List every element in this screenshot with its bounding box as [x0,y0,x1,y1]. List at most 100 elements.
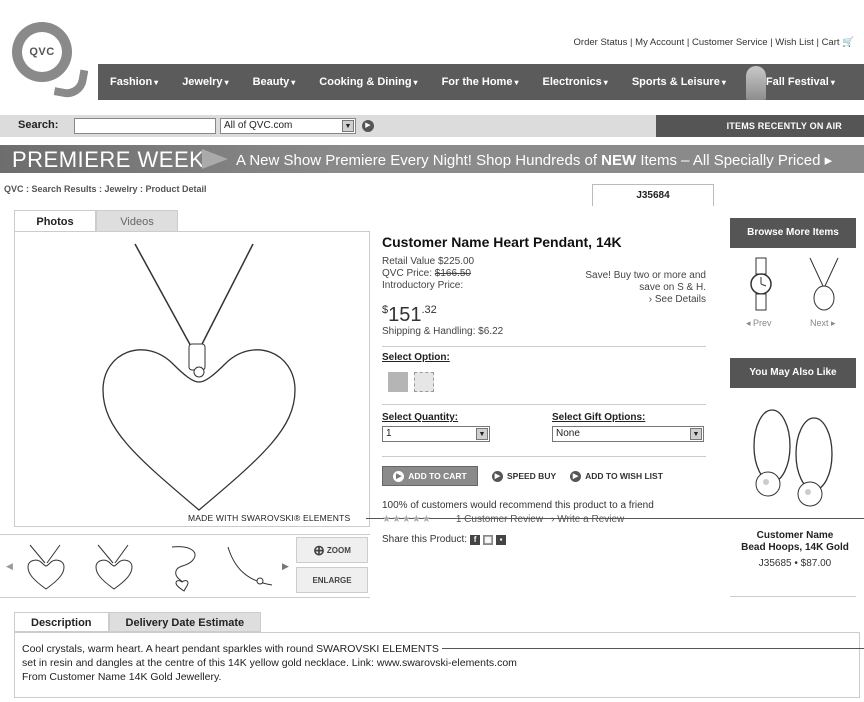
zoom-icon: ⊕ [313,541,325,558]
purchase-actions: ▶ ADD TO CART ▶ SPEED BUY ▶ ADD TO WISH LIS… [382,466,663,486]
thumb-next-icon[interactable]: ▶ [282,561,289,572]
nav-fall-festival[interactable]: Fall Festival ▾ [744,66,847,100]
my-account-link[interactable]: My Account [635,37,684,48]
speed-buy-button[interactable]: ▶ SPEED BUY [492,470,556,482]
nav-cooking-dining[interactable]: Cooking & Dining ▾ [307,76,429,88]
search-input[interactable] [74,118,216,134]
tab-videos[interactable]: Videos [96,210,178,232]
intro-price-label: Introductory Price: [382,280,464,291]
thumbnail-strip: ◀ ▶ ⊕ ZOOM ENLARGE [0,534,370,598]
nav-electronics[interactable]: Electronics ▾ [530,76,619,88]
enlarge-button[interactable]: ENLARGE [296,567,368,593]
breadcrumb[interactable]: QVC : Search Results : Jewelry : Product… [4,184,207,194]
play-icon: ▶ [492,470,503,482]
caret-down-icon: ▾ [224,78,229,87]
cart-link[interactable]: Cart [822,37,840,48]
banner-next-icon[interactable]: ▸ [825,152,833,169]
thumbnail-detail[interactable] [224,541,276,593]
banner-arrow-icon [202,149,228,169]
shipping-handling: Shipping & Handling: $6.22 [382,326,504,337]
pendant-thumbnail[interactable] [806,256,842,314]
customer-review-link[interactable]: 1 Customer Review [456,514,543,525]
quantity-select[interactable]: 1 ▼ [382,426,490,442]
social-share-icon[interactable]: ▦ [483,534,494,545]
wish-list-link[interactable]: Wish List [775,37,814,48]
add-to-wish-list-button[interactable]: ▶ ADD TO WISH LIST [570,470,663,482]
tab-photos[interactable]: Photos [14,210,96,232]
write-review-link[interactable]: › Write a Review [551,514,624,525]
search-go-icon[interactable]: ▶ [362,120,374,132]
tab-description[interactable]: Description [14,612,109,632]
customer-service-link[interactable]: Customer Service [692,37,768,48]
watch-thumbnail[interactable] [744,256,780,314]
divider [382,346,706,347]
nav-beauty[interactable]: Beauty ▾ [241,76,308,88]
main-nav: Fashion ▾ Jewelry ▾ Beauty ▾ Cooking & Dini… [98,64,864,100]
search-scope-value: All of QVC.com [224,120,293,131]
festival-image [745,66,766,100]
tab-delivery-date[interactable]: Delivery Date Estimate [108,612,262,632]
logo-text: QVC [29,46,55,58]
thumbnail-angle[interactable] [88,541,140,593]
play-icon: ▶ [570,470,582,482]
order-status-link[interactable]: Order Status [574,37,628,48]
retail-value: Retail Value $225.00 [382,256,475,267]
delicious-icon[interactable]: ▪ [496,534,507,545]
product-photo[interactable] [14,231,370,527]
caret-down-icon: ▾ [514,78,519,87]
price-details: Retail Value $225.00 QVC Price: $166.50 … [382,256,474,292]
add-to-cart-button[interactable]: ▶ ADD TO CART [382,466,478,486]
caret-down-icon: ▾ [154,78,159,87]
cart-icon[interactable]: 🛒 [842,37,854,48]
save-promo: Save! Buy two or more and save on S & H.… [560,270,706,306]
thumbnail-side[interactable] [156,541,208,593]
divider [382,404,706,405]
browse-prev-link[interactable]: ◂ Prev [746,318,772,329]
related-product-title[interactable]: Customer Name Bead Hoops, 14K Gold [730,530,860,554]
share-label: Share this Product: [382,534,468,545]
photo-tabs: Photos Videos [14,210,178,232]
utility-links: Order Status | My Account | Customer Ser… [573,37,854,48]
gift-options-select[interactable]: None ▼ [552,426,704,442]
option-swatch-gold[interactable] [388,372,408,392]
callout-line [442,648,864,649]
search-bar: Search: All of QVC.com ▼ ▶ ITEMS RECENTL… [0,115,864,137]
dropdown-arrow-icon[interactable]: ▼ [342,120,354,132]
dropdown-arrow-icon[interactable]: ▼ [476,428,488,440]
nav-fashion[interactable]: Fashion ▾ [98,76,170,88]
option-swatch-white[interactable] [414,372,434,392]
play-icon: ▶ [393,470,405,482]
swarovski-note: MADE WITH SWAROVSKI® ELEMENTS [188,513,351,523]
select-option-label: Select Option: [382,352,450,363]
intro-price: $151.32 [382,304,437,326]
rating-stars: ★★★★★ [382,514,432,525]
caret-down-icon: ▾ [721,78,726,87]
zoom-button[interactable]: ⊕ ZOOM [296,537,368,563]
nav-for-the-home[interactable]: For the Home ▾ [430,76,531,88]
thumb-prev-icon[interactable]: ◀ [6,561,13,572]
you-may-also-like-header: You May Also Like [730,358,856,388]
search-label: Search: [18,119,59,131]
facebook-icon[interactable]: f [470,534,481,545]
divider [382,456,706,457]
see-details-link[interactable]: › See Details [560,294,706,306]
caret-down-icon: ▾ [291,78,296,87]
caret-down-icon: ▾ [830,78,835,87]
bead-hoops-thumbnail[interactable] [746,398,844,520]
share-row: Share this Product: f ▦ ▪ [382,534,507,545]
recommend-text: 100% of customers would recommend this p… [382,500,654,511]
premiere-week-banner[interactable]: PREMIERE WEEK A New Show Premiere Every … [0,145,864,173]
qvc-price: QVC Price: $166.50 [382,268,471,279]
thumbnail-front[interactable] [20,541,72,593]
banner-title: PREMIERE WEEK [12,147,205,172]
dropdown-arrow-icon[interactable]: ▼ [690,428,702,440]
nav-sports-leisure[interactable]: Sports & Leisure ▾ [620,76,738,88]
search-scope-select[interactable]: All of QVC.com ▼ [220,118,356,134]
nav-jewelry[interactable]: Jewelry ▾ [170,76,240,88]
browse-more-items-header: Browse More Items [730,218,856,248]
description-tabs: Description Delivery Date Estimate [14,612,262,632]
browse-next-link[interactable]: Next ▸ [810,318,836,329]
banner-text: A New Show Premiere Every Night! Shop Hu… [236,152,833,169]
recently-on-air-button[interactable]: ITEMS RECENTLY ON AIR [656,115,864,137]
qvc-logo[interactable]: QVC [12,22,104,102]
